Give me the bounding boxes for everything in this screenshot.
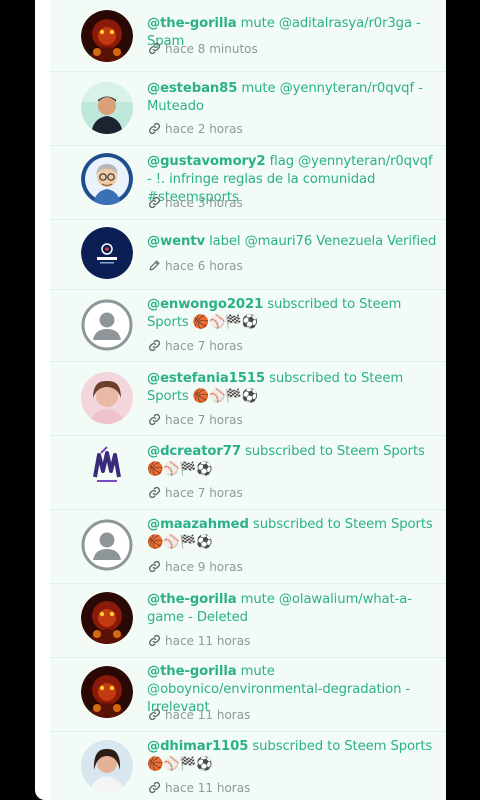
avatar-photo-woman2[interactable] [81,740,133,792]
timestamp: hace 6 horas [148,259,243,273]
timestamp-text: hace 7 horas [165,413,243,427]
username-link[interactable]: @wentv [147,234,205,249]
username-link[interactable]: @estefania1515 [147,371,265,386]
timestamp-text: hace 11 horas [165,781,251,795]
avatar-default[interactable] [81,299,133,351]
pencil-icon [148,259,161,272]
username-link[interactable]: @dhimar1105 [147,739,248,754]
avatar-wentv[interactable] [81,227,133,279]
notification-text: @the-gorilla mute @olawalium/what-a-game… [147,591,439,627]
username-link[interactable]: @gustavomory2 [147,154,266,169]
timestamp: hace 8 minutos [148,42,258,56]
avatar-gorilla[interactable] [81,666,133,718]
avatar-gorilla[interactable] [81,592,133,644]
timestamp-text: hace 8 minutos [165,42,258,56]
link-icon [148,413,161,426]
notification-text: @wentv label @mauri76 Venezuela Verified [147,233,439,251]
username-link[interactable]: @dcreator77 [147,444,241,459]
timestamp: hace 11 horas [148,708,250,722]
timestamp-text: hace 11 horas [165,634,251,648]
username-link[interactable]: @the-gorilla [147,664,237,679]
username-link[interactable]: @enwongo2021 [147,297,263,312]
notification-text: @dcreator77 subscribed to Steem Sports 🏀… [147,443,439,479]
timestamp: hace 2 horas [148,122,243,136]
link-icon [148,560,161,573]
notification-action: label @mauri76 Venezuela Verified [205,234,437,249]
timestamp: hace 11 horas [148,781,250,795]
timestamp: hace 7 horas [148,339,243,353]
timestamp-text: hace 2 horas [165,122,243,136]
notification-feed: @the-gorilla mute @aditalrasya/r0r3ga - … [50,0,446,800]
avatar-default[interactable] [81,519,133,571]
notification-text: @esteban85 mute @yennyteran/r0qvqf - Mut… [147,80,439,116]
notification-row[interactable]: @maazahmed subscribed to Steem Sports 🏀⚾… [50,510,446,584]
timestamp: hace 7 horas [148,413,243,427]
notification-row[interactable]: @wentv label @mauri76 Venezuela Verified… [50,220,446,290]
link-icon [148,486,161,499]
notification-row[interactable]: @the-gorilla mute @olawalium/what-a-game… [50,584,446,658]
notification-row[interactable]: @the-gorilla mute @oboynico/environmenta… [50,658,446,732]
avatar-cartoon[interactable] [81,153,133,205]
timestamp-text: hace 11 horas [165,708,251,722]
username-link[interactable]: @esteban85 [147,81,237,96]
notification-text: @estefania1515 subscribed to Steem Sport… [147,370,439,406]
timestamp-text: hace 7 horas [165,339,243,353]
timestamp: hace 11 horas [148,634,250,648]
link-icon [148,42,161,55]
username-link[interactable]: @maazahmed [147,517,249,532]
link-icon [148,196,161,209]
notification-row[interactable]: @gustavomory2 flag @yennyteran/r0qvqf - … [50,146,446,220]
timestamp-text: hace 9 horas [165,560,243,574]
timestamp-text: hace 7 horas [165,486,243,500]
timestamp: hace 9 horas [148,560,243,574]
timestamp-text: hace 6 horas [165,259,243,273]
notification-row[interactable]: @dhimar1105 subscribed to Steem Sports 🏀… [50,732,446,800]
notification-row[interactable]: @estefania1515 subscribed to Steem Sport… [50,362,446,436]
username-link[interactable]: @the-gorilla [147,16,237,31]
avatar-logo[interactable] [81,441,133,493]
link-icon [148,122,161,135]
notification-row[interactable]: @dcreator77 subscribed to Steem Sports 🏀… [50,436,446,510]
link-icon [148,708,161,721]
avatar-photo-man[interactable] [81,82,133,134]
link-icon [148,339,161,352]
notification-row[interactable]: @enwongo2021 subscribed to Steem Sports … [50,290,446,362]
link-icon [148,781,161,794]
notification-text: @enwongo2021 subscribed to Steem Sports … [147,296,439,332]
notification-row[interactable]: @the-gorilla mute @aditalrasya/r0r3ga - … [50,0,446,72]
avatar-photo-woman[interactable] [81,372,133,424]
avatar-gorilla[interactable] [81,10,133,62]
timestamp: hace 3 horas [148,196,243,210]
link-icon [148,634,161,647]
notification-row[interactable]: @esteban85 mute @yennyteran/r0qvqf - Mut… [50,72,446,146]
screen: @the-gorilla mute @aditalrasya/r0r3ga - … [0,0,480,800]
notification-panel: @the-gorilla mute @aditalrasya/r0r3ga - … [35,0,446,800]
notification-text: @dhimar1105 subscribed to Steem Sports 🏀… [147,738,439,774]
timestamp-text: hace 3 horas [165,196,243,210]
timestamp: hace 7 horas [148,486,243,500]
username-link[interactable]: @the-gorilla [147,592,237,607]
notification-text: @maazahmed subscribed to Steem Sports 🏀⚾… [147,516,439,552]
